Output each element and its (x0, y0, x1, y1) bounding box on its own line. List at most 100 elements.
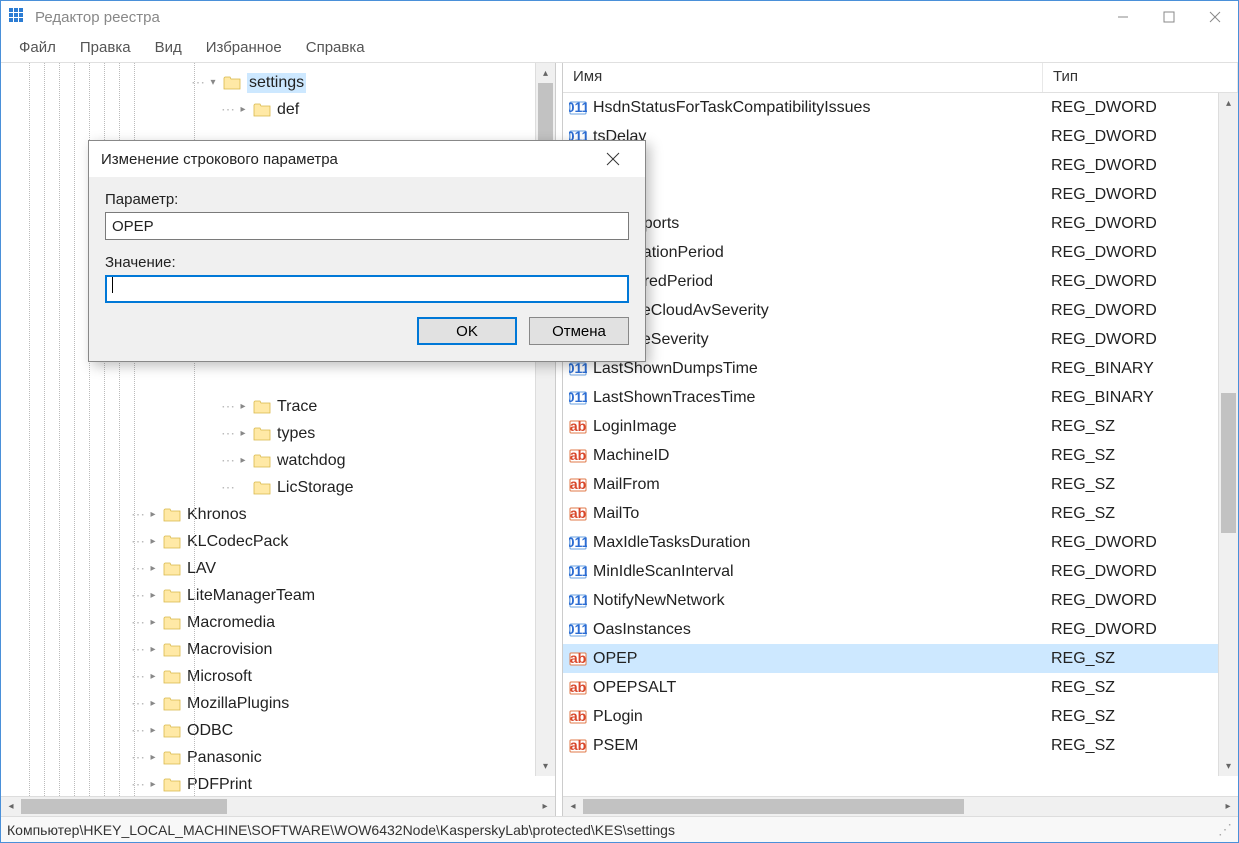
tree-item-settings[interactable]: ⋯▾settings (1, 69, 555, 96)
value-row[interactable]: 011centReportsREG_DWORD (563, 209, 1238, 238)
value-row[interactable]: 011BeExpiredPeriodREG_DWORD (563, 267, 1238, 296)
value-row[interactable]: 011NotifyNewNetworkREG_DWORD (563, 586, 1238, 615)
chevron-right-icon[interactable]: ▸ (145, 642, 161, 658)
value-row[interactable]: abMailFromREG_SZ (563, 470, 1238, 499)
close-button[interactable] (1192, 1, 1238, 33)
values-list[interactable]: 011HsdnStatusForTaskCompatibilityIssuesR… (563, 93, 1238, 796)
column-type[interactable]: Тип (1043, 63, 1238, 92)
tree-item-macromedia[interactable]: ⋯▸Macromedia (1, 609, 555, 636)
edit-string-dialog: Изменение строкового параметра Параметр:… (88, 140, 646, 362)
value-row[interactable]: abOPEPSALTREG_SZ (563, 673, 1238, 702)
value-row[interactable]: 011allREG_DWORD (563, 151, 1238, 180)
tree-item-panasonic[interactable]: ⋯▸Panasonic (1, 744, 555, 771)
svg-text:ab: ab (570, 737, 586, 753)
tree-item-label: settings (247, 73, 306, 93)
tree-item-litemanager[interactable]: ⋯▸LiteManagerTeam (1, 582, 555, 609)
tree-item-odbc[interactable]: ⋯▸ODBC (1, 717, 555, 744)
value-row[interactable]: 011iveREG_DWORD (563, 180, 1238, 209)
value-row[interactable]: abOPEPREG_SZ (563, 644, 1238, 673)
tree-item-def[interactable]: ⋯▸def (1, 96, 555, 123)
chevron-right-icon[interactable]: ▸ (145, 615, 161, 631)
chevron-right-icon[interactable]: ▸ (145, 696, 161, 712)
scroll-left-icon[interactable]: ◂ (1, 801, 21, 812)
scroll-down-icon[interactable]: ▾ (536, 756, 555, 776)
cancel-button[interactable]: Отмена (529, 317, 629, 345)
tree-hscroll-thumb[interactable] (21, 799, 227, 814)
folder-icon (163, 507, 181, 522)
chevron-right-icon[interactable]: ▸ (145, 507, 161, 523)
value-row[interactable]: abMachineIDREG_SZ (563, 441, 1238, 470)
value-row[interactable]: abLoginImageREG_SZ (563, 412, 1238, 441)
chevron-down-icon[interactable]: ▾ (205, 75, 221, 91)
scroll-down-icon[interactable]: ▾ (1219, 756, 1238, 776)
value-row[interactable]: 011tsDelayREG_DWORD (563, 122, 1238, 151)
value-row[interactable]: 011cessibleCloudAvSeverityREG_DWORD (563, 296, 1238, 325)
value-name: LastShownTracesTime (593, 389, 755, 407)
value-row[interactable]: 011cessibleSeverityREG_DWORD (563, 325, 1238, 354)
tree-item-types[interactable]: ⋯▸types (1, 420, 555, 447)
chevron-right-icon[interactable]: ▸ (145, 750, 161, 766)
values-hscroll[interactable]: ◂ ▸ (563, 796, 1238, 816)
value-row[interactable]: 011LastShownDumpsTimeREG_BINARY (563, 354, 1238, 383)
tree-item-licstorage[interactable]: ⋯LicStorage (1, 474, 555, 501)
value-input[interactable] (105, 275, 629, 303)
tree-item-mozilla[interactable]: ⋯▸MozillaPlugins (1, 690, 555, 717)
value-row[interactable]: 011utExpirationPeriodREG_DWORD (563, 238, 1238, 267)
chevron-right-icon[interactable]: ▸ (235, 102, 251, 118)
maximize-button[interactable] (1146, 1, 1192, 33)
value-row[interactable]: abMailToREG_SZ (563, 499, 1238, 528)
scroll-right-icon[interactable]: ▸ (1218, 801, 1238, 812)
chevron-right-icon[interactable]: ▸ (235, 399, 251, 415)
value-name: MaxIdleTasksDuration (593, 534, 750, 552)
scroll-right-icon[interactable]: ▸ (535, 801, 555, 812)
ok-button[interactable]: OK (417, 317, 517, 345)
chevron-right-icon[interactable] (235, 480, 251, 496)
dialog-close-button[interactable] (593, 141, 633, 177)
minimize-button[interactable] (1100, 1, 1146, 33)
tree-item-trace[interactable]: ⋯▸Trace (1, 393, 555, 420)
tree-item-microsoft[interactable]: ⋯▸Microsoft (1, 663, 555, 690)
tree-item-label: Khronos (187, 506, 247, 524)
param-name-input[interactable] (105, 212, 629, 240)
tree-item-khronos[interactable]: ⋯▸Khronos (1, 501, 555, 528)
values-vscroll[interactable]: ▴ ▾ (1218, 93, 1238, 776)
menu-edit[interactable]: Правка (70, 35, 141, 60)
menu-file[interactable]: Файл (9, 35, 66, 60)
tree-hscroll[interactable]: ◂ ▸ (1, 796, 555, 816)
string-value-icon: ab (569, 679, 587, 697)
column-name[interactable]: Имя (563, 63, 1043, 92)
chevron-right-icon[interactable]: ▸ (235, 426, 251, 442)
value-row[interactable]: 011MaxIdleTasksDurationREG_DWORD (563, 528, 1238, 557)
chevron-right-icon[interactable]: ▸ (145, 588, 161, 604)
value-row[interactable]: 011MinIdleScanIntervalREG_DWORD (563, 557, 1238, 586)
value-row[interactable]: abPSEMREG_SZ (563, 731, 1238, 760)
scroll-left-icon[interactable]: ◂ (563, 801, 583, 812)
svg-text:ab: ab (570, 418, 586, 434)
tree-item-pdfprint[interactable]: ⋯▸PDFPrint (1, 771, 555, 796)
tree-item-watchdog[interactable]: ⋯▸watchdog (1, 447, 555, 474)
svg-text:ab: ab (570, 679, 586, 695)
chevron-right-icon[interactable]: ▸ (145, 777, 161, 793)
resize-grip-icon[interactable]: ⋰ (1218, 821, 1232, 838)
menu-favorites[interactable]: Избранное (196, 35, 292, 60)
scroll-up-icon[interactable]: ▴ (536, 63, 555, 83)
values-vscroll-thumb[interactable] (1221, 393, 1236, 533)
values-hscroll-thumb[interactable] (583, 799, 964, 814)
chevron-right-icon[interactable]: ▸ (235, 453, 251, 469)
tree-item-lav[interactable]: ⋯▸LAV (1, 555, 555, 582)
chevron-right-icon[interactable]: ▸ (145, 534, 161, 550)
value-row[interactable]: abPLoginREG_SZ (563, 702, 1238, 731)
scroll-up-icon[interactable]: ▴ (1219, 93, 1238, 113)
tree-item-macrovision[interactable]: ⋯▸Macrovision (1, 636, 555, 663)
menu-view[interactable]: Вид (145, 35, 192, 60)
folder-icon (163, 534, 181, 549)
value-row[interactable]: 011OasInstancesREG_DWORD (563, 615, 1238, 644)
value-row[interactable]: 011HsdnStatusForTaskCompatibilityIssuesR… (563, 93, 1238, 122)
chevron-right-icon[interactable]: ▸ (145, 669, 161, 685)
chevron-right-icon[interactable]: ▸ (145, 723, 161, 739)
chevron-right-icon[interactable]: ▸ (145, 561, 161, 577)
menu-help[interactable]: Справка (296, 35, 375, 60)
folder-icon (163, 750, 181, 765)
tree-item-klcodecpack[interactable]: ⋯▸KLCodecPack (1, 528, 555, 555)
value-row[interactable]: 011LastShownTracesTimeREG_BINARY (563, 383, 1238, 412)
